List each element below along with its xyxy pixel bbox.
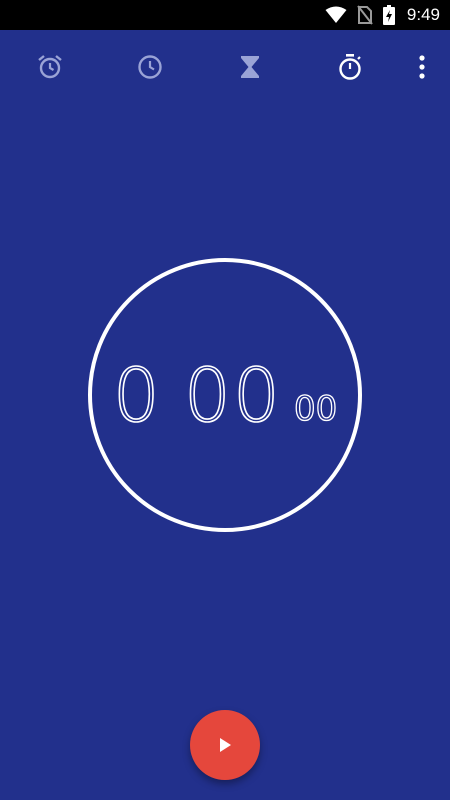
stopwatch-icon [339,54,361,80]
clock-icon [138,55,162,79]
battery-charging-icon [382,5,395,25]
tab-timer[interactable] [235,52,265,82]
tab-stopwatch[interactable] [335,52,365,82]
status-bar: 9:49 [0,0,450,30]
status-time: 9:49 [406,5,440,24]
hourglass-icon [241,56,259,78]
tab-alarm[interactable] [35,52,65,82]
more-vert-icon [419,55,425,79]
stopwatch-time: 0 00 00 [88,258,362,532]
start-button[interactable] [190,710,260,780]
overflow-menu-button[interactable] [408,52,436,82]
no-sim-icon [357,5,373,25]
tab-clock[interactable] [135,52,165,82]
tab-bar [0,30,450,100]
alarm-icon [38,55,62,79]
play-icon [220,738,231,752]
stopwatch-dial: 0 00 00 [88,258,362,532]
stopwatch-hundredths: 00 [293,389,338,429]
wifi-icon [325,6,347,23]
stopwatch-minutes: 0 [112,353,162,439]
stopwatch-seconds: 00 [183,353,282,439]
